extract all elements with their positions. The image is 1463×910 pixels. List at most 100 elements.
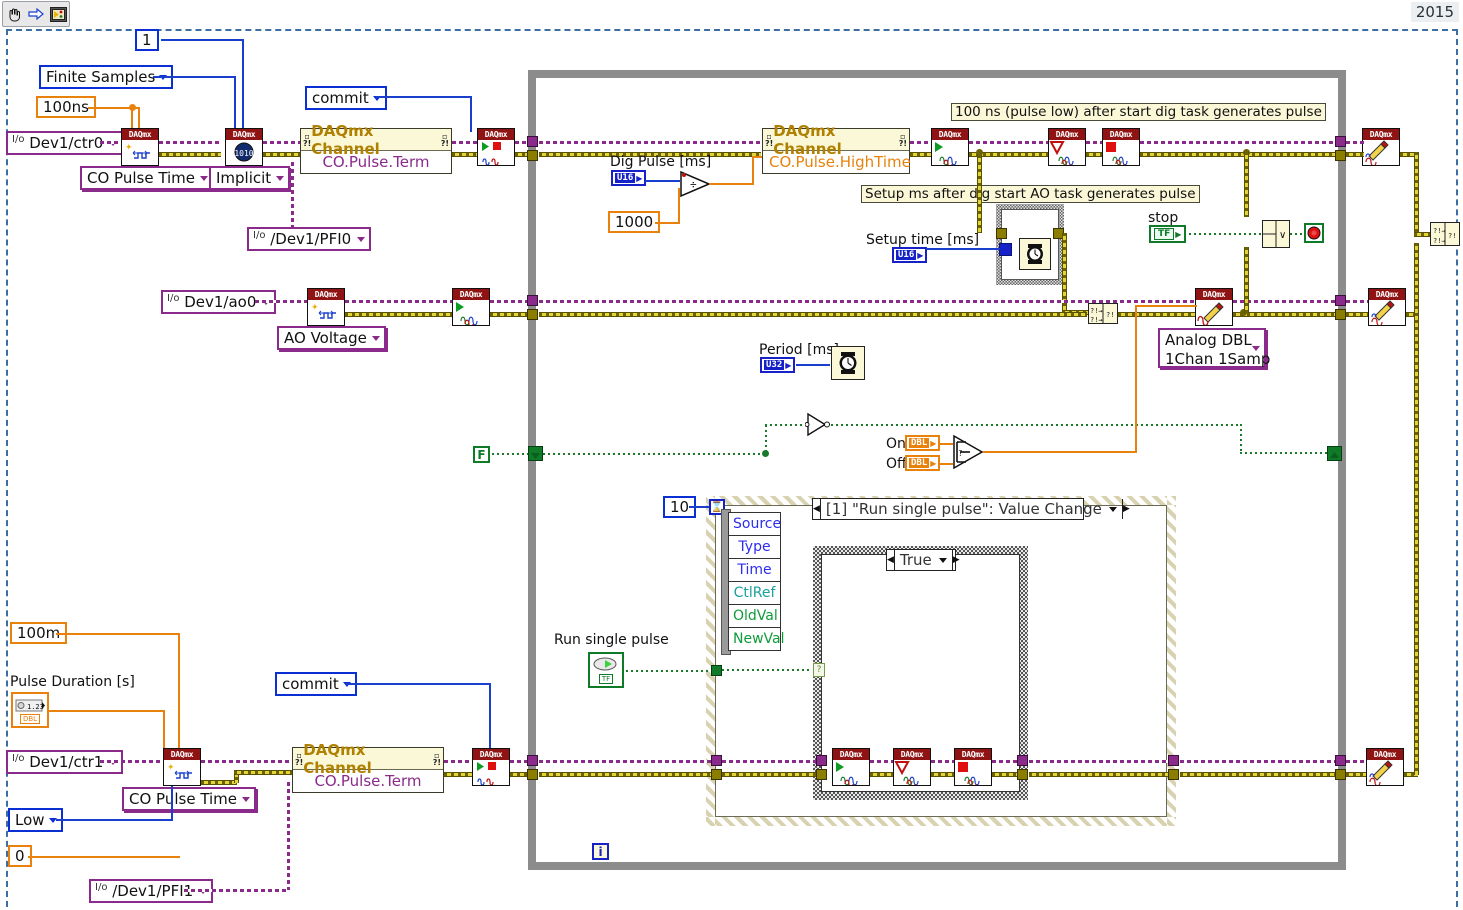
prop-node-high-time[interactable]: ▫?! DAQmx Channel ▫?! CO.Pulse.HighTime — [762, 122, 911, 174]
terminal-period[interactable]: U32 ▶ — [760, 357, 796, 373]
enum-task-state-commit-bottom[interactable]: commit — [275, 672, 357, 696]
enum-sample-clock-source[interactable]: Implicit — [209, 166, 291, 190]
wait-until-next-ms-function[interactable] — [831, 346, 865, 380]
io-control-ao0-label: Dev1/ao0 — [184, 293, 257, 311]
prop-node-ctr1-term[interactable]: ▫?! DAQmx Channel ▫?! CO.Pulse.Term — [292, 741, 444, 793]
prev-case-icon[interactable]: ◀ — [813, 499, 821, 519]
tunnel-task-in-mid[interactable] — [527, 295, 538, 306]
control-run-single-pulse[interactable]: TF — [588, 652, 624, 688]
tunnel-task-in-bottom[interactable] — [527, 755, 538, 766]
enum-co-pulse-time-ctr1[interactable]: CO Pulse Time — [122, 787, 257, 811]
terminal-stop[interactable]: TF ▶ — [1149, 225, 1187, 243]
divide-primitive[interactable]: ÷ — [679, 170, 711, 198]
case-selector-terminal[interactable]: ? — [813, 663, 825, 677]
tunnel-error-event-in[interactable] — [711, 769, 722, 780]
daq-start-dig[interactable]: DAQmx — [931, 128, 969, 169]
constant-samples-per-channel[interactable]: 1 — [135, 29, 159, 51]
prop-node-ctr0-term[interactable]: ▫?! DAQmx Channel ▫?! CO.Pulse.Term — [300, 122, 452, 174]
daq-write-ao[interactable]: DAQmx — [1195, 288, 1233, 327]
tunnel-task-out-bottom[interactable] — [1335, 755, 1346, 766]
tunnel-error-case-in[interactable] — [816, 769, 827, 780]
enum-co-pulse-time-ctr0[interactable]: CO Pulse Time — [80, 166, 215, 190]
chevron-down-icon[interactable] — [1108, 506, 1117, 512]
chevron-down-icon[interactable] — [938, 557, 947, 563]
tunnel-task-case-in[interactable] — [816, 755, 827, 766]
tunnel-error-in-top[interactable] — [527, 150, 538, 161]
shift-register-left[interactable] — [528, 446, 543, 461]
diagram-border-left — [6, 29, 8, 907]
terminal-on[interactable]: DBL ▶ — [905, 435, 941, 451]
run-arrow-icon[interactable] — [27, 5, 45, 23]
enum-idle-state-low[interactable]: Low — [8, 808, 63, 832]
wait-ms-function[interactable] — [1019, 238, 1051, 270]
tunnel-error-in-mid[interactable] — [527, 309, 538, 320]
daq-wait-evt[interactable]: DAQmx — [893, 748, 931, 789]
next-case-icon[interactable]: ▶ — [1121, 499, 1130, 519]
io-control-ctr0-label: Dev1/ctr0 — [29, 134, 104, 152]
event-data-node-fields[interactable]: Source Type Time CtlRef OldVal NewVal — [728, 512, 785, 651]
daq-create-ctr0[interactable]: DAQmx ✦ — [121, 128, 159, 166]
daq-clear-ctr1[interactable]: DAQmx — [1366, 748, 1404, 787]
terminal-dig-pulse[interactable]: U16 ▶ — [611, 170, 647, 186]
io-control-pfi0[interactable]: I/o /Dev1/PFI0 — [247, 227, 372, 251]
daq-wait-done-dig[interactable]: DAQmx — [1048, 128, 1086, 169]
daq-start-ao[interactable]: DAQmx — [452, 288, 490, 329]
merge-errors-right[interactable]: ?!→ ?!→ ?! — [1430, 222, 1460, 246]
wire-err-timing-to-prop — [263, 152, 303, 157]
select-primitive[interactable]: ? — [952, 434, 984, 470]
tunnel-error-in-bottom[interactable] — [527, 769, 538, 780]
enum-task-state-commit-top[interactable]: commit — [305, 86, 387, 110]
merge-errors-mid[interactable]: ?!→ ?!→ ?! — [1088, 303, 1118, 324]
tunnel-error-out-top[interactable] — [1335, 150, 1346, 161]
enum-ao-voltage[interactable]: AO Voltage — [277, 326, 386, 350]
tunnel-task-case-out[interactable] — [1017, 755, 1028, 766]
or-primitive[interactable]: ∨ — [1262, 220, 1290, 248]
hand-tool-icon[interactable] — [5, 5, 23, 23]
next-case-icon[interactable]: ▶ — [951, 550, 960, 570]
enum-analog-dbl-1chan-1samp[interactable]: Analog DBL 1Chan 1Samp — [1158, 328, 1270, 368]
daq-create-ao[interactable]: DAQmx ✦ — [307, 288, 345, 326]
tunnel-error-case-out[interactable] — [1017, 769, 1028, 780]
diagram-toolbar[interactable] — [2, 1, 70, 27]
event-field-type: Type — [729, 536, 780, 559]
case-selector[interactable]: ◀ True ▶ — [886, 549, 960, 571]
prop-node-property[interactable]: CO.Pulse.HighTime — [763, 151, 911, 173]
event-case-selector[interactable]: ◀ [1] "Run single pulse": Value Change ▶ — [812, 498, 1130, 520]
daq-clear-dig[interactable]: DAQmx — [1362, 128, 1400, 167]
shift-register-right[interactable] — [1327, 446, 1342, 461]
daq-timing-ctr0[interactable]: DAQmx 1010 — [225, 128, 263, 166]
tunnel-bool-event[interactable] — [711, 665, 722, 676]
false-constant[interactable]: F — [473, 446, 490, 463]
tunnel-error-out-mid[interactable] — [1335, 309, 1346, 320]
daq-create-ctr1[interactable]: DAQmx ✦ — [163, 748, 201, 786]
terminal-off[interactable]: DBL ▶ — [905, 455, 941, 471]
daq-clear-ao[interactable]: DAQmx — [1368, 288, 1406, 327]
tunnel-error-out-bottom[interactable] — [1335, 769, 1346, 780]
daq-control-commit-ctr1[interactable]: DAQmx — [472, 748, 510, 786]
terminal-setup-time[interactable]: U16 ▶ — [892, 247, 928, 263]
loop-stop-conditional-terminal[interactable] — [1304, 223, 1324, 243]
tunnel-task-event-in[interactable] — [711, 755, 722, 766]
not-primitive[interactable] — [804, 412, 831, 437]
tunnel-task-out-top[interactable] — [1335, 136, 1346, 147]
daq-start-evt[interactable]: DAQmx — [832, 748, 870, 789]
tunnel-task-out-mid[interactable] — [1335, 295, 1346, 306]
prop-node-property[interactable]: CO.Pulse.Term — [301, 151, 451, 173]
tunnel-seq-setuptime[interactable] — [999, 243, 1012, 256]
wire-bool-runpulse-tunnel — [626, 670, 714, 672]
constant-pulse-low-time[interactable]: 100ns — [36, 96, 96, 118]
tunnel-seq-err-in[interactable] — [996, 228, 1007, 239]
vi-icon[interactable] — [49, 5, 67, 23]
tunnel-task-in-top[interactable] — [527, 136, 538, 147]
tunnel-task-event-out[interactable] — [1168, 755, 1179, 766]
prev-case-icon[interactable]: ◀ — [887, 550, 895, 570]
constant-divisor-1000[interactable]: 1000 — [608, 211, 661, 233]
tunnel-error-event-out[interactable] — [1168, 769, 1179, 780]
terminal-arrow-icon: ▶ — [930, 458, 937, 468]
daq-stop-dig[interactable]: DAQmx — [1102, 128, 1140, 169]
terminal-pulse-duration[interactable]: 1.23 DBL — [11, 692, 49, 728]
daq-control-commit-ctr0[interactable]: DAQmx — [477, 128, 515, 166]
prop-node-property[interactable]: CO.Pulse.Term — [293, 770, 443, 792]
wire-err-prop3-control — [444, 772, 472, 777]
daq-stop-evt[interactable]: DAQmx — [954, 748, 992, 789]
